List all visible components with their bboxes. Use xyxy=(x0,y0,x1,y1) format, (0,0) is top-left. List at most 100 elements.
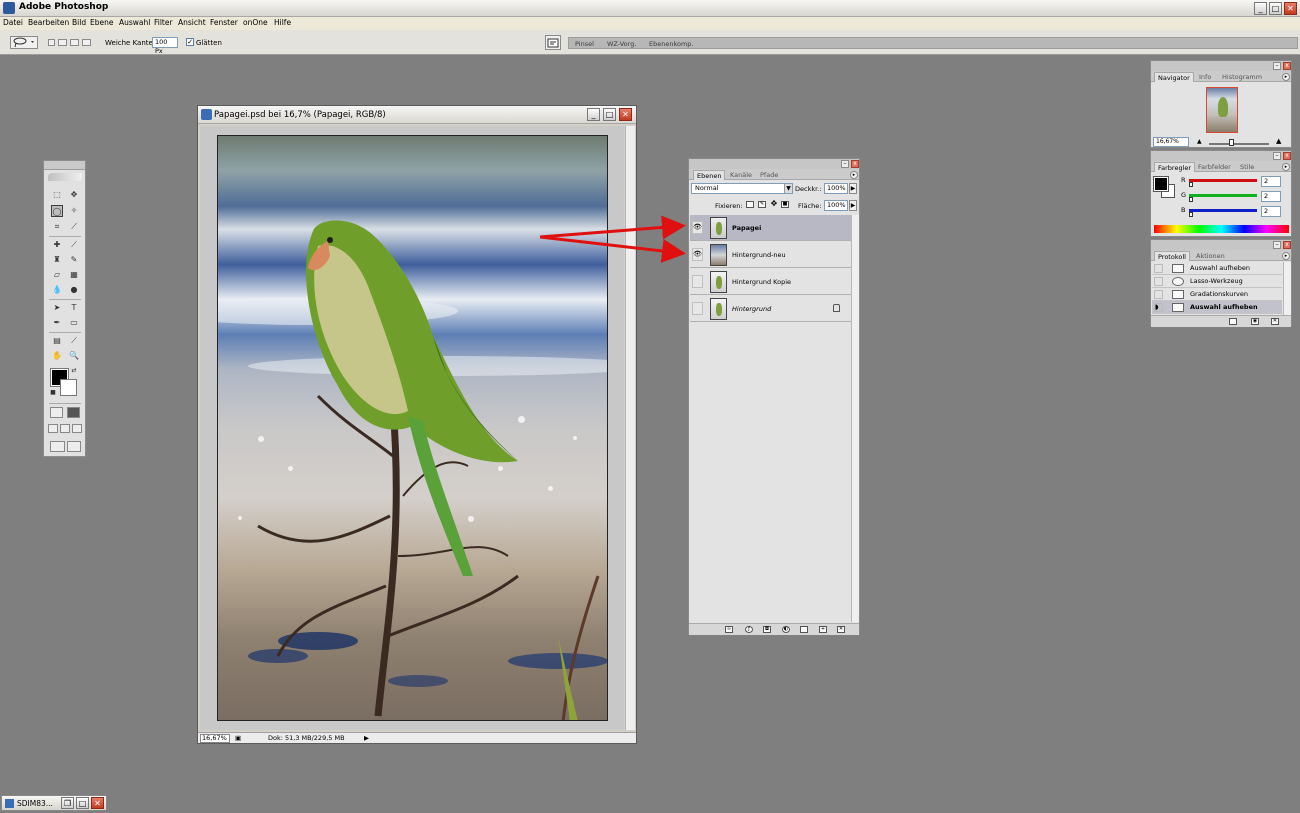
trash-icon[interactable]: ✕ xyxy=(837,626,845,633)
channel-b-field[interactable]: 2 xyxy=(1261,206,1281,217)
layers-panel-close-button[interactable]: x xyxy=(851,160,859,168)
layers-panel-minimize-button[interactable]: – xyxy=(841,160,849,168)
channel-g-field[interactable]: 2 xyxy=(1261,191,1281,202)
screen-mode-standard-icon[interactable] xyxy=(48,424,58,433)
gradient-tool-icon[interactable]: ▦ xyxy=(68,269,80,281)
document-vertical-scrollbar[interactable] xyxy=(625,126,635,730)
file-browser-icon[interactable] xyxy=(545,35,561,50)
channel-r-knob[interactable] xyxy=(1189,182,1193,187)
tab-farbregler[interactable]: Farbregler xyxy=(1154,162,1196,172)
menu-ansicht[interactable]: Ansicht xyxy=(178,18,206,27)
slice-tool-icon[interactable]: ⟋ xyxy=(68,221,80,233)
history-brush-source-icon[interactable] xyxy=(1154,277,1163,286)
menu-datei[interactable]: Datei xyxy=(3,18,23,27)
toolbox-header[interactable] xyxy=(44,161,85,170)
navigator-zoom-knob[interactable] xyxy=(1229,139,1234,146)
menu-fenster[interactable]: Fenster xyxy=(210,18,238,27)
layer-row-hintergrund[interactable]: 👁 Hintergrund xyxy=(690,296,851,322)
history-item-current[interactable]: ◗ Auswahl aufheben xyxy=(1152,301,1282,314)
history-close-button[interactable]: x xyxy=(1283,241,1291,249)
history-brush-source-icon[interactable] xyxy=(1154,264,1163,273)
channel-r-slider[interactable] xyxy=(1189,179,1257,182)
layer-mask-icon[interactable]: ◘ xyxy=(763,626,771,633)
navigator-zoom-slider[interactable] xyxy=(1209,143,1269,145)
tab-aktionen[interactable]: Aktionen xyxy=(1193,251,1228,261)
history-panel-header[interactable]: – x xyxy=(1151,240,1291,250)
new-snapshot-icon[interactable]: ◉ xyxy=(1251,318,1259,325)
path-selection-tool-icon[interactable]: ➤ xyxy=(51,302,63,314)
channel-g-knob[interactable] xyxy=(1189,197,1193,202)
menu-onone[interactable]: onOne xyxy=(243,18,268,27)
background-color-swatch[interactable] xyxy=(60,379,77,396)
crop-tool-icon[interactable]: ⌗ xyxy=(51,221,63,233)
navigator-minimize-button[interactable]: – xyxy=(1273,62,1281,70)
adjustment-layer-icon[interactable]: ◐ xyxy=(782,626,790,633)
magic-wand-tool-icon[interactable]: ✧ xyxy=(68,205,80,217)
standard-mode-icon[interactable] xyxy=(50,407,63,418)
close-button[interactable]: ✕ xyxy=(91,797,104,809)
add-selection-icon[interactable] xyxy=(58,39,67,46)
intersect-selection-icon[interactable] xyxy=(82,39,91,46)
tab-protokoll[interactable]: Protokoll xyxy=(1154,251,1190,261)
tab-navigator[interactable]: Navigator xyxy=(1154,72,1194,82)
menu-hilfe[interactable]: Hilfe xyxy=(274,18,291,27)
clone-stamp-tool-icon[interactable]: ♜ xyxy=(51,254,63,266)
layers-panel-menu-icon[interactable]: ▸ xyxy=(850,171,858,179)
canvas-area[interactable] xyxy=(200,126,624,730)
new-document-from-state-icon[interactable] xyxy=(1229,318,1237,325)
color-foreground-swatch[interactable] xyxy=(1153,176,1169,192)
tab-kanaele[interactable]: Kanäle xyxy=(727,170,755,180)
channel-b-slider[interactable] xyxy=(1189,209,1257,212)
zoom-in-icon[interactable]: ▲ xyxy=(1276,137,1281,145)
lasso-tool-icon[interactable]: ◯ xyxy=(51,205,63,217)
layers-panel-header[interactable]: – x xyxy=(689,159,859,169)
document-maximize-button[interactable]: □ xyxy=(603,108,616,121)
trash-icon[interactable]: ✕ xyxy=(1271,318,1279,325)
blend-mode-select[interactable]: Normal ▼ xyxy=(691,183,793,194)
zoom-out-icon[interactable]: ▲ xyxy=(1197,138,1202,145)
navigator-panel-header[interactable]: – x xyxy=(1151,61,1291,71)
move-tool-icon[interactable]: ✥ xyxy=(68,189,80,201)
eye-icon[interactable]: 👁 xyxy=(692,248,703,261)
status-icon[interactable]: ▣ xyxy=(235,734,241,742)
healing-brush-tool-icon[interactable]: ✚ xyxy=(51,239,63,251)
document-zoom-field[interactable]: 16,67% xyxy=(200,734,230,743)
document-minimize-button[interactable]: _ xyxy=(587,108,600,121)
lock-pixels-icon[interactable]: ✎ xyxy=(758,201,766,208)
navigator-thumbnail[interactable] xyxy=(1206,87,1238,133)
quick-mask-mode-icon[interactable] xyxy=(67,407,80,418)
brush-tool-icon[interactable]: ⟋ xyxy=(68,239,80,251)
color-close-button[interactable]: x xyxy=(1283,152,1291,160)
history-item[interactable]: Auswahl aufheben xyxy=(1152,262,1282,275)
tab-stile[interactable]: Stile xyxy=(1237,162,1257,172)
opacity-arrow-button[interactable]: ▶ xyxy=(849,183,857,194)
hand-icon[interactable] xyxy=(67,441,81,452)
eye-hidden-icon[interactable]: 👁 xyxy=(692,275,703,288)
document-titlebar[interactable]: Papagei.psd bei 16,7% (Papagei, RGB/8) _… xyxy=(198,106,636,124)
history-brush-source-icon[interactable] xyxy=(1154,290,1163,299)
eye-icon[interactable]: 👁 xyxy=(692,221,703,234)
menu-ebene[interactable]: Ebene xyxy=(90,18,113,27)
tab-pfade[interactable]: Pfade xyxy=(757,170,781,180)
shape-tool-icon[interactable]: ▭ xyxy=(68,317,80,329)
blur-tool-icon[interactable]: 💧 xyxy=(51,284,63,296)
pen-tool-icon[interactable]: ✒ xyxy=(51,317,63,329)
layer-row-hintergrund-neu[interactable]: 👁 Hintergrund-neu xyxy=(690,242,851,268)
maximize-button[interactable]: □ xyxy=(1269,2,1282,15)
layers-scrollbar[interactable] xyxy=(851,215,859,622)
new-selection-icon[interactable] xyxy=(48,39,55,46)
history-item[interactable]: Lasso-Werkzeug xyxy=(1152,275,1282,288)
menu-filter[interactable]: Filter xyxy=(154,18,173,27)
subtract-selection-icon[interactable] xyxy=(70,39,79,46)
channel-b-knob[interactable] xyxy=(1189,212,1193,217)
history-brush-tool-icon[interactable]: ✎ xyxy=(68,254,80,266)
screen-mode-full-icon[interactable] xyxy=(72,424,82,433)
tab-ebenen[interactable]: Ebenen xyxy=(693,170,726,180)
menu-bearbeiten[interactable]: Bearbeiten xyxy=(28,18,69,27)
color-panel-header[interactable]: – x xyxy=(1151,151,1291,161)
dodge-tool-icon[interactable]: ● xyxy=(68,284,80,296)
well-tab-ebenenkomp[interactable]: Ebenenkomp. xyxy=(649,40,694,48)
history-minimize-button[interactable]: – xyxy=(1273,241,1281,249)
layer-style-icon[interactable]: ƒ xyxy=(745,626,753,633)
layer-row-hintergrund-kopie[interactable]: 👁 Hintergrund Kopie xyxy=(690,269,851,295)
